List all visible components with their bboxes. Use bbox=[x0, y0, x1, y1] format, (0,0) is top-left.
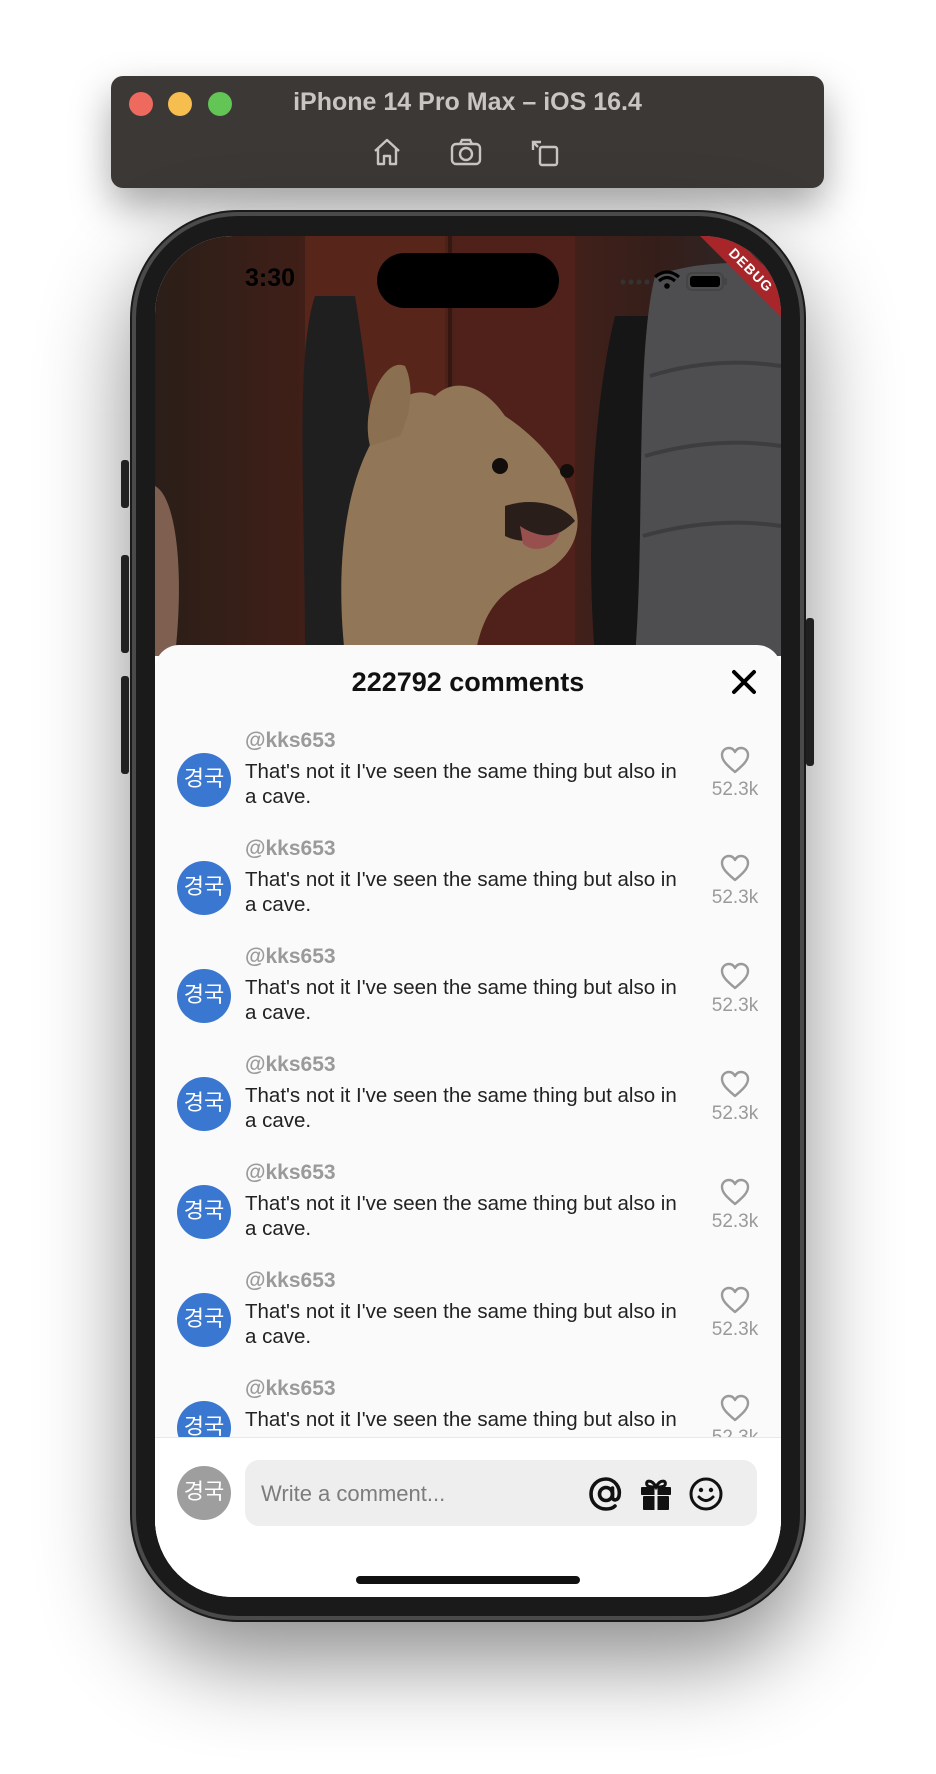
avatar[interactable]: 경국 bbox=[177, 1077, 231, 1131]
avatar[interactable]: 경국 bbox=[177, 1185, 231, 1239]
like-count: 52.3k bbox=[711, 1319, 759, 1340]
comment-item: 경국 @kks653 That's not it I've seen the s… bbox=[155, 1263, 781, 1371]
like-count: 52.3k bbox=[711, 995, 759, 1016]
comment-username[interactable]: @kks653 bbox=[245, 1053, 336, 1077]
video-background: 3:30 DEBUG bbox=[155, 236, 781, 656]
rotate-icon[interactable] bbox=[527, 134, 563, 170]
smiley-icon bbox=[689, 1477, 723, 1511]
action-button bbox=[121, 460, 129, 508]
power-button bbox=[806, 618, 814, 766]
avatar[interactable]: 경국 bbox=[177, 1293, 231, 1347]
comment-username[interactable]: @kks653 bbox=[245, 1269, 336, 1293]
home-indicator[interactable] bbox=[356, 1576, 580, 1584]
volume-down-button bbox=[121, 676, 129, 774]
comment-item: 경국 @kks653 That's not it I've seen the s… bbox=[155, 939, 781, 1047]
status-icons bbox=[619, 268, 729, 294]
battery-icon bbox=[686, 272, 727, 291]
comment-item: 경국 @kks653 That's not it I've seen the s… bbox=[155, 723, 781, 831]
sheet-title: 222792 comments bbox=[351, 667, 585, 697]
heart-icon bbox=[720, 1070, 750, 1098]
heart-icon bbox=[720, 1394, 750, 1422]
comment-username[interactable]: @kks653 bbox=[245, 837, 336, 861]
dynamic-island bbox=[377, 253, 559, 308]
comments-sheet: 222792 comments 경국 @kks653 That's not it… bbox=[155, 645, 781, 1597]
screenshot-icon[interactable] bbox=[448, 134, 484, 170]
like-button[interactable]: 52.3k bbox=[705, 745, 765, 801]
heart-icon bbox=[720, 854, 750, 882]
like-button[interactable]: 52.3k bbox=[705, 1393, 765, 1439]
like-button[interactable]: 52.3k bbox=[705, 1285, 765, 1341]
like-button[interactable]: 52.3k bbox=[705, 961, 765, 1017]
close-icon bbox=[732, 670, 756, 694]
comment-text: That's not it I've seen the same thing b… bbox=[245, 868, 677, 916]
home-icon[interactable] bbox=[369, 134, 405, 170]
close-sheet-button[interactable] bbox=[729, 667, 759, 697]
comment-item: 경국 @kks653 That's not it I've seen the s… bbox=[155, 831, 781, 939]
comment-item: 경국 @kks653 That's not it I've seen the s… bbox=[155, 1047, 781, 1155]
heart-icon bbox=[720, 962, 750, 990]
comment-text: That's not it I've seen the same thing b… bbox=[245, 760, 677, 808]
comment-text: That's not it I've seen the same thing b… bbox=[245, 1084, 677, 1132]
comments-list[interactable]: 경국 @kks653 That's not it I've seen the s… bbox=[155, 723, 781, 1439]
heart-icon bbox=[720, 746, 750, 774]
my-avatar: 경국 bbox=[177, 1466, 231, 1520]
at-sign-icon bbox=[589, 1477, 622, 1511]
like-count: 52.3k bbox=[711, 1211, 759, 1232]
phone-screen: 3:30 DEBUG 222792 comments 경국 @kks653 Th… bbox=[155, 236, 781, 1597]
avatar[interactable]: 경국 bbox=[177, 753, 231, 807]
wifi-icon bbox=[653, 270, 681, 289]
comment-composer: 경국 bbox=[155, 1437, 781, 1597]
comment-username[interactable]: @kks653 bbox=[245, 729, 336, 753]
volume-up-button bbox=[121, 555, 129, 653]
status-time: 3:30 bbox=[245, 264, 296, 292]
like-count: 52.3k bbox=[711, 887, 759, 908]
cellular-signal-icon bbox=[620, 279, 650, 285]
comment-text: That's not it I've seen the same thing b… bbox=[245, 1408, 677, 1439]
heart-icon bbox=[720, 1286, 750, 1314]
comment-input[interactable] bbox=[259, 1460, 563, 1528]
comment-username[interactable]: @kks653 bbox=[245, 945, 336, 969]
comment-username[interactable]: @kks653 bbox=[245, 1161, 336, 1185]
gift-icon bbox=[641, 1479, 671, 1510]
comment-text: That's not it I've seen the same thing b… bbox=[245, 1192, 677, 1240]
emoji-button[interactable] bbox=[687, 1475, 725, 1513]
gift-button[interactable] bbox=[637, 1475, 675, 1513]
simulator-title: iPhone 14 Pro Max – iOS 16.4 bbox=[293, 88, 642, 116]
like-button[interactable]: 52.3k bbox=[705, 1177, 765, 1233]
comment-input-container[interactable] bbox=[245, 1460, 757, 1528]
heart-icon bbox=[720, 1178, 750, 1206]
like-count: 52.3k bbox=[711, 779, 759, 800]
comment-item: 경국 @kks653 That's not it I've seen the s… bbox=[155, 1155, 781, 1263]
avatar[interactable]: 경국 bbox=[177, 861, 231, 915]
simulator-toolbar: iPhone 14 Pro Max – iOS 16.4 bbox=[111, 76, 824, 188]
avatar[interactable]: 경국 bbox=[177, 1401, 231, 1439]
like-count: 52.3k bbox=[711, 1103, 759, 1124]
like-button[interactable]: 52.3k bbox=[705, 853, 765, 909]
comment-username[interactable]: @kks653 bbox=[245, 1377, 336, 1401]
avatar[interactable]: 경국 bbox=[177, 969, 231, 1023]
mention-button[interactable] bbox=[587, 1475, 625, 1513]
like-button[interactable]: 52.3k bbox=[705, 1069, 765, 1125]
comment-text: That's not it I've seen the same thing b… bbox=[245, 1300, 677, 1348]
comment-item: 경국 @kks653 That's not it I've seen the s… bbox=[155, 1371, 781, 1439]
comment-text: That's not it I've seen the same thing b… bbox=[245, 976, 677, 1024]
